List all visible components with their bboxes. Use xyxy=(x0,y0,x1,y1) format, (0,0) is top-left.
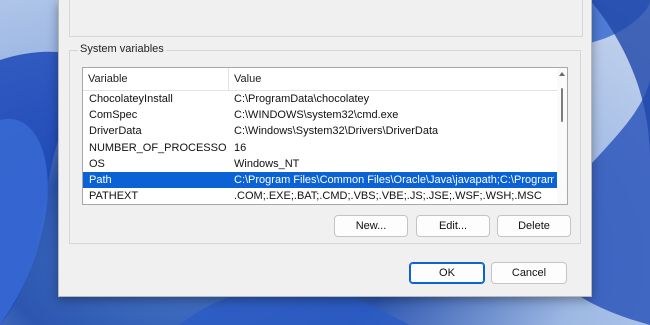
variable-value: C:\Windows\System32\Drivers\DriverData xyxy=(234,125,439,138)
environment-variables-dialog: System variables Variable Value Chocolat… xyxy=(58,0,592,297)
variable-value: 16 xyxy=(234,141,247,154)
table-row-selected[interactable]: Path C:\Program Files\Common Files\Oracl… xyxy=(83,171,557,189)
ok-button[interactable]: OK xyxy=(409,262,485,284)
user-variables-group-bottom xyxy=(69,0,583,37)
variable-value: C:\ProgramData\chocolatey xyxy=(234,93,370,105)
table-row[interactable]: DriverData C:\Windows\System32\Drivers\D… xyxy=(83,123,557,139)
system-variables-list[interactable]: Variable Value ChocolateyInstall C:\Prog… xyxy=(82,67,568,205)
variable-name: NUMBER_OF_PROCESSORS xyxy=(89,141,227,154)
variable-name: ComSpec xyxy=(89,109,138,122)
system-variables-group: System variables Variable Value Chocolat… xyxy=(69,43,581,244)
table-row[interactable]: PATHEXT .COM;.EXE;.BAT;.CMD;.VBS;.VBE;.J… xyxy=(83,188,557,204)
variable-value: Windows_NT xyxy=(234,157,300,170)
column-header-variable[interactable]: Variable xyxy=(83,68,229,90)
table-row[interactable]: ChocolateyInstall C:\ProgramData\chocola… xyxy=(83,91,557,107)
new-variable-button[interactable]: New... xyxy=(334,215,408,237)
system-variables-label: System variables xyxy=(78,43,166,55)
list-rows: ChocolateyInstall C:\ProgramData\chocola… xyxy=(83,91,557,204)
variable-value: C:\WINDOWS\system32\cmd.exe xyxy=(234,109,399,122)
list-header: Variable Value xyxy=(83,68,567,91)
scroll-up-arrow-icon[interactable] xyxy=(559,72,565,76)
cancel-button[interactable]: Cancel xyxy=(491,262,567,284)
table-row[interactable]: OS Windows_NT xyxy=(83,156,557,172)
vertical-scrollbar[interactable] xyxy=(557,68,567,204)
variable-value: C:\Program Files\Common Files\Oracle\Jav… xyxy=(234,173,554,186)
scrollbar-thumb[interactable] xyxy=(561,88,563,122)
variable-value: .COM;.EXE;.BAT;.CMD;.VBS;.VBE;.JS;.JSE;.… xyxy=(234,190,542,203)
variable-name: ChocolateyInstall xyxy=(89,93,173,105)
variable-name: Path xyxy=(89,173,112,186)
table-row[interactable]: ComSpec C:\WINDOWS\system32\cmd.exe xyxy=(83,107,557,123)
variable-name: PATHEXT xyxy=(89,190,139,203)
table-row[interactable]: NUMBER_OF_PROCESSORS 16 xyxy=(83,140,557,156)
variable-name: OS xyxy=(89,157,105,170)
column-header-value[interactable]: Value xyxy=(229,68,554,90)
variable-name: DriverData xyxy=(89,125,142,138)
delete-variable-button[interactable]: Delete xyxy=(497,215,571,237)
edit-variable-button[interactable]: Edit... xyxy=(416,215,490,237)
